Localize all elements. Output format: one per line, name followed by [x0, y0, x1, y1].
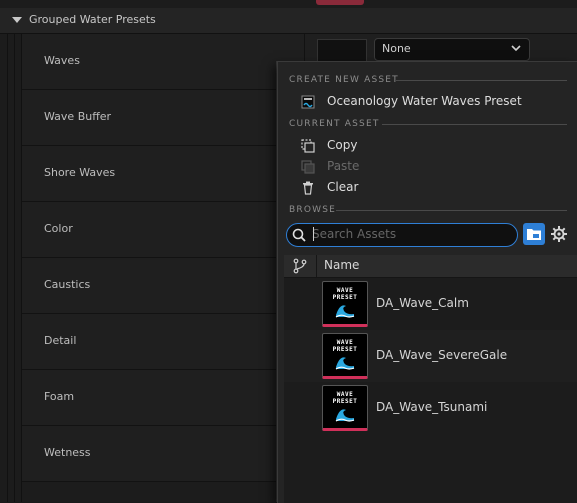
- browse-in-content-browser-button[interactable]: [523, 223, 545, 245]
- asset-picker-menu: CREATE NEW ASSET Oceanology Water Waves …: [277, 61, 577, 503]
- search-input[interactable]: [312, 226, 507, 242]
- section-create-new-asset: CREATE NEW ASSET: [289, 75, 399, 85]
- data-asset-icon: [301, 95, 315, 109]
- property-label: Color: [44, 222, 73, 235]
- asset-list-header: Name: [284, 255, 577, 278]
- folder-icon: [527, 229, 541, 240]
- asset-row-severegale[interactable]: WAVE PRESET DA_Wave_SevereGale: [284, 330, 577, 382]
- section-divider: [336, 210, 567, 211]
- asset-picker-value: None: [382, 42, 411, 55]
- property-label: Wave Buffer: [44, 110, 112, 123]
- thumb-text: WAVE: [336, 339, 354, 346]
- name-column-header[interactable]: Name: [324, 258, 359, 272]
- color-swatch[interactable]: [316, 0, 364, 5]
- property-label: Wetness: [44, 446, 91, 459]
- wave-preset-thumbnail: WAVE PRESET: [322, 333, 368, 379]
- indent-divider: [14, 33, 15, 502]
- previous-row-strip: [0, 0, 577, 8]
- text-caret: [313, 227, 314, 241]
- asset-name: DA_Wave_SevereGale: [376, 348, 508, 362]
- menu-item-label: Oceanology Water Waves Preset: [327, 94, 522, 108]
- property-label: Foam: [44, 390, 75, 403]
- chevron-down-icon: [511, 45, 521, 52]
- wave-preset-thumbnail: WAVE PRESET: [322, 385, 368, 431]
- column-separator[interactable]: [316, 255, 317, 277]
- wave-icon: [335, 305, 355, 318]
- search-icon: [292, 228, 306, 242]
- settings-gear-icon[interactable]: [549, 224, 569, 244]
- property-label: Shore Waves: [44, 166, 116, 179]
- menu-item-label: Paste: [327, 159, 360, 173]
- indent-divider: [7, 33, 8, 502]
- trash-icon: [303, 181, 313, 195]
- search-box[interactable]: [286, 223, 518, 247]
- wave-icon: [335, 409, 355, 422]
- menu-item-label: Clear: [327, 180, 359, 194]
- asset-name: DA_Wave_Calm: [376, 296, 469, 310]
- section-current-asset: CURRENT ASSET: [289, 119, 380, 129]
- source-control-branch-icon[interactable]: [292, 258, 308, 274]
- asset-list: WAVE PRESET DA_Wave_Calm WAVE PRESET DA_Wa…: [284, 278, 577, 503]
- category-grouped-water-presets[interactable]: Grouped Water Presets: [0, 8, 577, 34]
- copy-icon: [301, 139, 315, 153]
- wave-preset-thumbnail: WAVE PRESET: [322, 281, 368, 327]
- thumb-text: WAVE: [336, 287, 354, 294]
- asset-name: DA_Wave_Tsunami: [376, 400, 488, 414]
- paste-icon: [301, 160, 315, 174]
- property-label: Caustics: [44, 278, 91, 291]
- menu-item-label: Copy: [327, 138, 358, 152]
- thumb-text: PRESET: [332, 346, 358, 353]
- expand-arrow-icon[interactable]: [12, 17, 22, 23]
- thumb-text: PRESET: [332, 294, 358, 301]
- property-label: Detail: [44, 334, 77, 347]
- property-label: Waves: [44, 54, 80, 67]
- asset-row-tsunami[interactable]: WAVE PRESET DA_Wave_Tsunami: [284, 382, 577, 434]
- thumb-text: PRESET: [332, 398, 358, 405]
- section-divider: [382, 124, 567, 125]
- section-divider: [396, 80, 567, 81]
- wave-icon: [335, 357, 355, 370]
- asset-row-calm[interactable]: WAVE PRESET DA_Wave_Calm: [284, 278, 577, 330]
- section-browse: BROWSE: [289, 205, 337, 215]
- thumb-text: WAVE: [336, 391, 354, 398]
- asset-picker-combo[interactable]: None: [374, 38, 530, 61]
- category-label: Grouped Water Presets: [29, 13, 156, 26]
